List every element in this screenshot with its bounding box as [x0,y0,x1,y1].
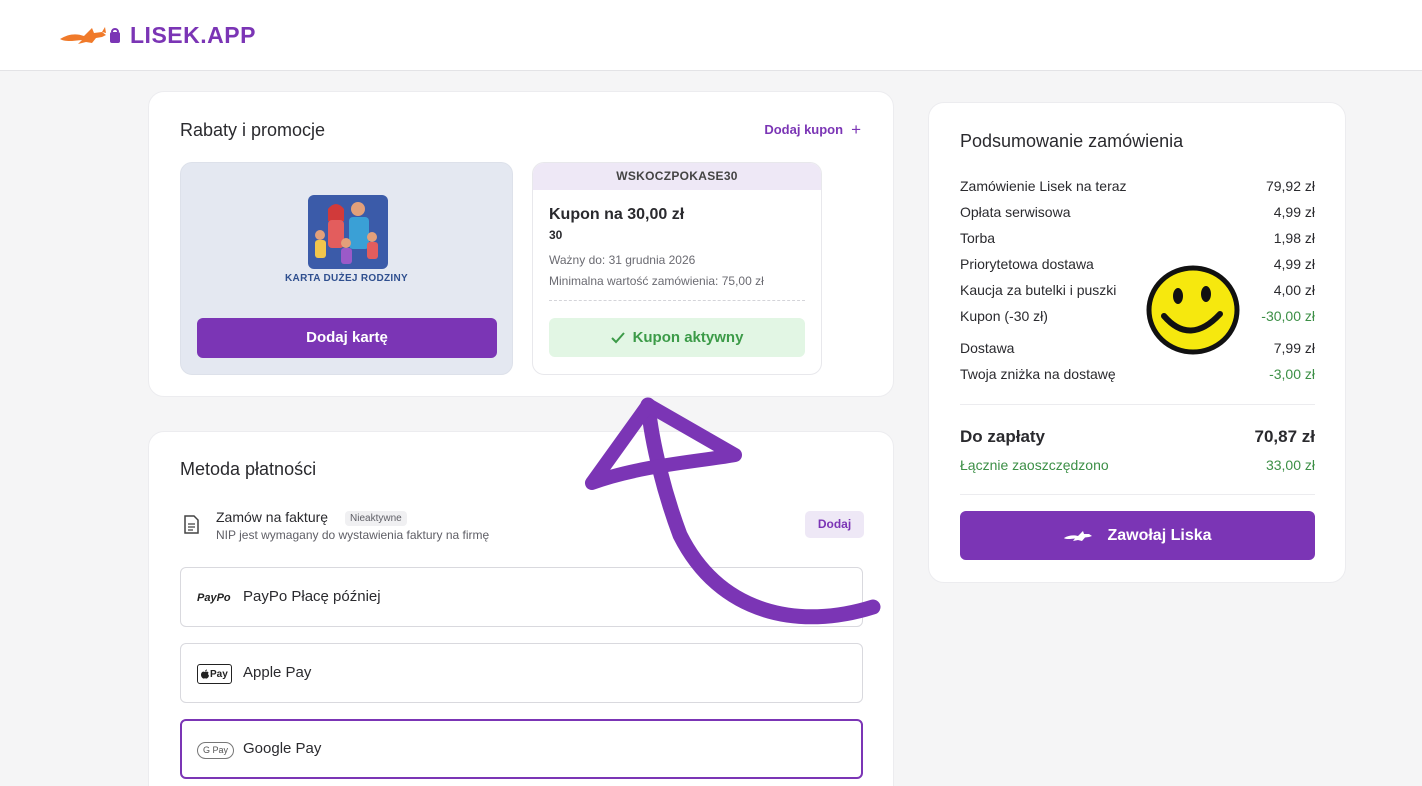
top-bar: LISEK.APP [0,0,1422,71]
saved-label: Łącznie zaoszczędzono [960,457,1109,473]
call-fox-label: Zawołaj Liska [1107,527,1212,544]
summary-row: Twoja zniżka na dostawę -3,00 zł [960,366,1315,382]
add-coupon-label: Dodaj kupon [764,122,844,137]
payment-title: Metoda płatności [180,459,317,479]
coupon-title: Kupon na 30,00 zł [549,206,685,223]
add-coupon-link[interactable]: Dodaj kupon + [764,120,861,139]
order-summary-card: Podsumowanie zamówienia Zamówienie Lisek… [928,102,1346,583]
logo[interactable]: LISEK.APP [58,22,256,49]
total-row: Do zapłaty 70,87 zł [960,427,1315,447]
summary-row-label: Opłata serwisowa [960,204,1071,220]
summary-row-value: 4,00 zł [1273,282,1315,298]
paypo-logo-icon: PayPo [197,592,231,604]
summary-row: Kaucja za butelki i puszki 4,00 zł [960,282,1315,298]
summary-row-label: Kaucja za butelki i puszki [960,282,1117,298]
coupon-active-status: Kupon aktywny [549,318,805,357]
total-label: Do zapłaty [960,427,1046,446]
invoice-subtitle: NIP jest wymagany do wystawienia faktury… [216,528,490,542]
check-icon [610,331,625,343]
summary-divider [960,404,1315,405]
summary-row-value: 4,99 zł [1273,204,1315,220]
plus-icon: + [851,120,861,139]
coupon-valid-until: Ważny do: 31 grudnia 2026 [549,253,696,267]
brand-name: LISEK.APP [130,22,256,48]
payment-option-label: PayPo Płacę później [243,588,381,605]
coupon-minimum-order: Minimalna wartość zamówienia: 75,00 zł [549,274,764,288]
summary-row-label: Torba [960,230,996,246]
summary-row-value: 1,98 zł [1273,230,1315,246]
summary-row-label: Zamówienie Lisek na teraz [960,178,1127,194]
summary-row-label: Dostawa [960,340,1015,356]
payment-option-google-pay[interactable]: G Pay Google Pay [180,719,863,779]
coupon-number: 30 [549,228,563,242]
summary-row: Opłata serwisowa 4,99 zł [960,204,1315,220]
saved-value: 33,00 zł [1265,457,1315,473]
summary-row: Dostawa 7,99 zł [960,340,1315,356]
summary-row-value: 4,99 zł [1273,256,1315,272]
summary-title: Podsumowanie zamówienia [960,131,1184,151]
payment-method-card: Metoda płatności Zamów na fakturę Nieakt… [148,431,894,786]
inactive-badge: Nieaktywne [345,511,407,526]
summary-row-label: Kupon (-30 zł) [960,308,1048,324]
promotions-title: Rabaty i promocje [180,120,326,140]
summary-row: Kupon (-30 zł) -30,00 zł [960,308,1315,324]
payment-option-apple-pay[interactable]: Pay Apple Pay [180,643,863,703]
summary-row-label: Twoja zniżka na dostawę [960,366,1116,382]
summary-row-label: Priorytetowa dostawa [960,256,1094,272]
invoice-title: Zamów na fakturę [216,509,329,525]
document-icon [184,515,199,534]
total-value: 70,87 zł [1254,427,1316,446]
coupon-tile: WSKOCZPOKASE30 Kupon na 30,00 zł 30 Ważn… [532,162,822,375]
call-fox-button[interactable]: Zawołaj Liska [960,511,1315,560]
summary-row: Priorytetowa dostawa 4,99 zł [960,256,1315,272]
family-card-label: KARTA DUŻEJ RODZINY [285,273,408,284]
promotions-card: Rabaty i promocje Dodaj kupon + KARTA DU… [148,91,894,397]
summary-divider [960,494,1315,495]
fox-logo-icon [60,26,120,44]
summary-row: Zamówienie Lisek na teraz 79,92 zł [960,178,1315,194]
invoice-option: Zamów na fakturę Nieaktywne NIP jest wym… [180,507,864,547]
coupon-status-label: Kupon aktywny [632,329,744,346]
add-card-button[interactable]: Dodaj kartę [197,318,497,358]
summary-row-value: -3,00 zł [1269,366,1315,382]
payment-option-label: Google Pay [243,740,322,757]
summary-row-value: -30,00 zł [1261,308,1315,324]
fox-icon [1064,530,1093,541]
apple-pay-logo-icon: Pay [197,664,232,684]
coupon-code: WSKOCZPOKASE30 [533,163,821,190]
coupon-divider [549,300,805,301]
google-pay-logo-icon: G Pay [197,740,235,760]
payment-option-label: Apple Pay [243,664,312,681]
add-invoice-button[interactable]: Dodaj [805,511,864,538]
family-card-tile: KARTA DUŻEJ RODZINY Dodaj kartę [180,162,513,375]
summary-row-value: 79,92 zł [1265,178,1315,194]
saved-row: Łącznie zaoszczędzono 33,00 zł [960,457,1315,473]
summary-row-value: 7,99 zł [1273,340,1315,356]
summary-row: Torba 1,98 zł [960,230,1315,246]
payment-option-paypo[interactable]: PayPo PayPo Płacę później [180,567,863,627]
